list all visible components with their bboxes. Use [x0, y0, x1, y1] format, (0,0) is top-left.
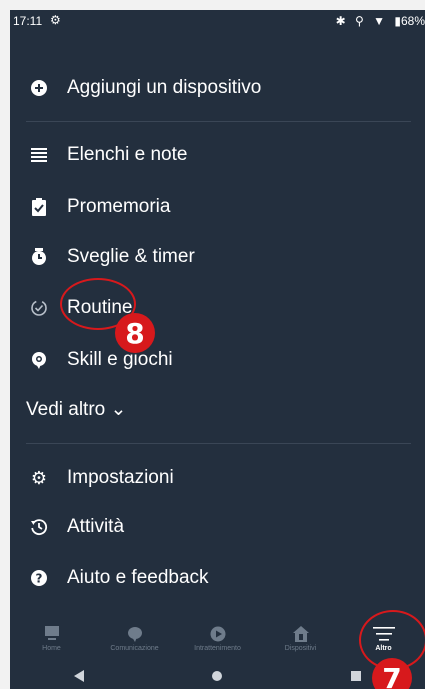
- nav-devices[interactable]: Dispositivi: [259, 622, 342, 662]
- status-icons: ✱ ⚲ ▼ ▮68%: [330, 14, 425, 28]
- nav-play[interactable]: Intrattenimento: [176, 622, 259, 662]
- nav-communicate-label: Comunicazione: [110, 645, 159, 652]
- home-icon: [44, 626, 59, 640]
- menu-alarms-timers[interactable]: Sveglie & timer: [10, 237, 425, 277]
- status-time: 17:11: [13, 14, 43, 28]
- menu-reminders[interactable]: Promemoria: [10, 187, 425, 227]
- menu-help-feedback[interactable]: ? Aiuto e feedback: [10, 558, 425, 598]
- menu-add-device[interactable]: Aggiungi un dispositivo: [10, 68, 425, 108]
- home-circle-icon: [212, 670, 223, 681]
- clipboard-check-icon: [29, 197, 49, 217]
- routine-icon: [29, 298, 49, 318]
- home-system-button[interactable]: [187, 670, 247, 682]
- nav-home-label: Home: [42, 645, 61, 652]
- chat-bubble-icon: [127, 627, 142, 642]
- svg-text:?: ?: [36, 572, 43, 586]
- battery-level: 68%: [400, 14, 425, 28]
- nav-communicate[interactable]: Comunicazione: [93, 622, 176, 662]
- menu-alarms-timers-label: Sveglie & timer: [67, 246, 195, 267]
- play-icon: [210, 626, 225, 642]
- phone-screen: 17:11 ⚙ ✱ ⚲ ▼ ▮68% Aggiungi un dispositi…: [10, 10, 425, 689]
- menu-lists-notes[interactable]: Elenchi e note: [10, 135, 425, 175]
- plus-circle-icon: [29, 78, 49, 98]
- battery-icon: ▮: [394, 14, 401, 28]
- bluetooth-icon: ✱: [335, 14, 346, 28]
- speech-bubble-icon: [29, 350, 49, 370]
- recents-square-icon: [350, 670, 361, 681]
- menu-activity[interactable]: Attività: [10, 507, 425, 547]
- menu-lists-notes-label: Elenchi e note: [67, 144, 188, 165]
- gear-icon: ⚙: [50, 13, 61, 27]
- annotation-badge-8: 8: [115, 313, 155, 353]
- devices-house-icon: [292, 626, 309, 642]
- status-bar: 17:11 ⚙ ✱ ⚲ ▼ ▮68%: [10, 10, 425, 32]
- nav-play-label: Intrattenimento: [194, 645, 241, 652]
- divider: [26, 121, 411, 122]
- nav-devices-label: Dispositivi: [284, 645, 317, 652]
- menu-reminders-label: Promemoria: [67, 196, 171, 217]
- list-icon: [29, 145, 49, 165]
- settings-gear-icon: ⚙: [30, 467, 48, 488]
- menu-add-device-label: Aggiungi un dispositivo: [67, 77, 262, 98]
- recents-button[interactable]: [326, 670, 386, 681]
- menu-skills-games-label: Skill e giochi: [67, 349, 173, 370]
- system-navigation-bar: [10, 662, 425, 689]
- alarm-clock-icon: [29, 247, 49, 267]
- location-icon: ⚲: [354, 14, 364, 28]
- history-icon: [29, 517, 49, 537]
- menu-help-feedback-label: Aiuto e feedback: [67, 567, 209, 588]
- divider: [26, 443, 411, 444]
- menu-activity-label: Attività: [67, 516, 125, 537]
- see-more-button[interactable]: Vedi altro ⌄: [26, 398, 126, 421]
- back-triangle-icon: [74, 669, 85, 682]
- back-button[interactable]: [49, 669, 109, 682]
- menu-skills-games[interactable]: Skill e giochi: [10, 340, 425, 380]
- wifi-icon: ▼: [373, 14, 386, 28]
- menu-settings[interactable]: ⚙ Impostazioni: [10, 458, 425, 498]
- menu-settings-label: Impostazioni: [67, 467, 174, 488]
- help-icon: ?: [29, 568, 49, 588]
- nav-home[interactable]: Home: [10, 622, 93, 662]
